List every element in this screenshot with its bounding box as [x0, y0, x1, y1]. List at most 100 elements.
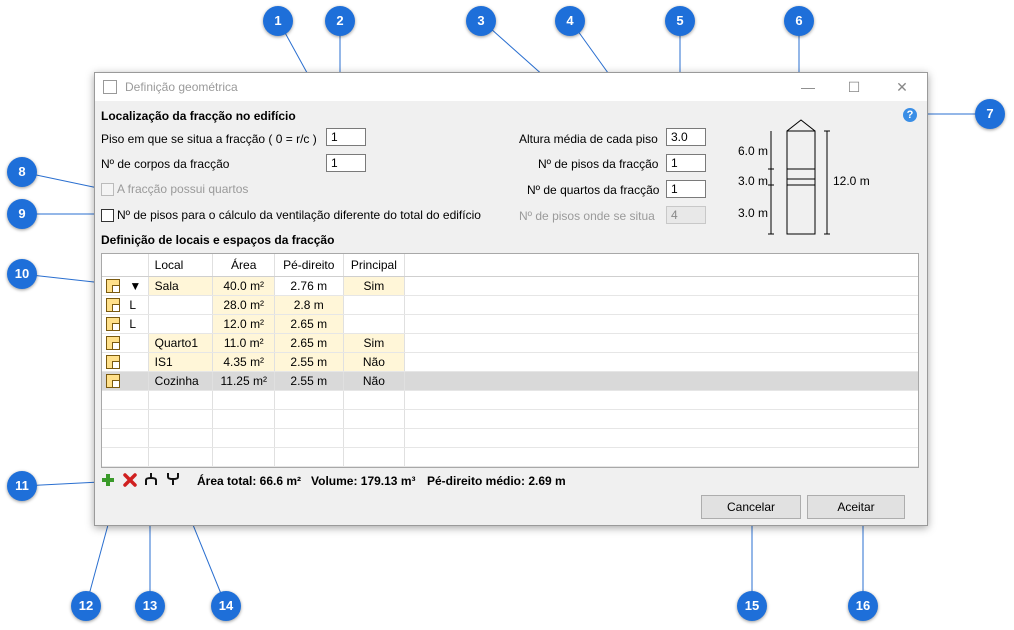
has-rooms-label: A fracção possui quartos	[117, 182, 249, 196]
add-space-icon[interactable]	[101, 473, 115, 487]
cell-local[interactable]	[148, 314, 214, 334]
callout-badge: 1	[263, 6, 293, 36]
space-icon	[106, 355, 120, 370]
cell-principal[interactable]	[343, 295, 406, 315]
close-icon[interactable]: ✕	[887, 77, 917, 97]
cell-area[interactable]: 11.0 m²	[212, 333, 275, 353]
minimize-icon[interactable]: —	[793, 77, 823, 97]
callout-badge: 5	[665, 6, 695, 36]
maximize-icon[interactable]: ☐	[839, 77, 869, 97]
header-principal[interactable]: Principal	[343, 254, 406, 277]
cell-local[interactable]: IS1	[148, 352, 214, 372]
callout-badge: 14	[211, 591, 241, 621]
table-row[interactable]: L 28.0 m² 2.8 m	[102, 295, 918, 315]
callout-badge: 10	[7, 259, 37, 289]
cell-area[interactable]: 11.25 m²	[212, 371, 275, 391]
header-icon-column	[102, 254, 149, 277]
cell-principal[interactable]: Não	[343, 352, 406, 372]
floors-where-label: Nº de pisos onde se situa	[519, 209, 655, 223]
location-section-title: Localização da fracção no edifício	[101, 109, 296, 123]
bodies-label: Nº de corpos da fracção	[101, 157, 230, 171]
volume-text: Volume: 179.13 m³	[311, 474, 416, 488]
cell-area[interactable]: 28.0 m²	[212, 295, 275, 315]
avg-height-input[interactable]: 3.0	[666, 128, 706, 146]
callout-badge: 15	[737, 591, 767, 621]
cell-height[interactable]: 2.8 m	[274, 295, 344, 315]
table-row[interactable]: Quarto1 11.0 m² 2.65 m Sim	[102, 333, 918, 353]
callout-badge: 11	[7, 471, 37, 501]
diagram-top-label: 6.0 m	[738, 144, 769, 158]
ventilation-floors-label: Nº de pisos para o cálculo da ventilação…	[117, 208, 481, 222]
cell-height[interactable]: 2.76 m	[274, 276, 344, 296]
cell-principal[interactable]: Não	[343, 371, 406, 391]
space-icon	[106, 336, 120, 351]
app-icon	[103, 80, 117, 94]
child-marker: L	[129, 297, 137, 312]
callout-badge: 8	[7, 157, 37, 187]
table-row[interactable]: ▼ Sala 40.0 m² 2.76 m Sim	[102, 276, 918, 296]
table-row-selected[interactable]: Cozinha 11.25 m² 2.55 m Não	[102, 371, 918, 391]
spaces-table: Local Área Pé-direito Principal ▼ Sala 4…	[102, 254, 918, 467]
rooms-input[interactable]: 1	[666, 180, 706, 198]
callout-badge: 7	[975, 99, 1005, 129]
cell-area[interactable]: 40.0 m²	[212, 276, 275, 296]
header-area[interactable]: Área	[212, 254, 275, 277]
floors-input[interactable]: 1	[666, 154, 706, 172]
total-area-text: Área total: 66.6 m²	[197, 474, 302, 488]
cell-height[interactable]: 2.65 m	[274, 333, 344, 353]
floor-label: Piso em que se situa a fracção ( 0 = r/c…	[101, 132, 317, 146]
header-local[interactable]: Local	[148, 254, 214, 277]
title-bar: Definição geométrica — ☐ ✕	[95, 73, 927, 101]
cell-principal[interactable]: Sim	[343, 333, 406, 353]
space-icon	[106, 374, 120, 389]
help-icon[interactable]: ?	[903, 108, 917, 122]
space-icon	[106, 298, 120, 313]
spaces-section-title: Definição de locais e espaços da fracção	[101, 233, 335, 247]
space-icon	[106, 317, 120, 332]
header-height[interactable]: Pé-direito	[274, 254, 344, 277]
callout-badge: 13	[135, 591, 165, 621]
cell-local[interactable]	[148, 295, 214, 315]
cell-height[interactable]: 2.65 m	[274, 314, 344, 334]
split-space-icon[interactable]	[143, 471, 159, 487]
accept-button[interactable]: Aceitar	[807, 495, 905, 519]
spaces-grid: Local Área Pé-direito Principal ▼ Sala 4…	[101, 253, 919, 468]
cell-principal[interactable]	[343, 314, 406, 334]
geometric-definition-dialog: Definição geométrica — ☐ ✕ Localização d…	[94, 72, 928, 526]
callout-badge: 6	[784, 6, 814, 36]
cell-principal[interactable]: Sim	[343, 276, 406, 296]
diagram-mid-label: 3.0 m	[738, 174, 769, 188]
avg-height-label: Altura média de cada piso	[519, 132, 658, 146]
expand-marker[interactable]: ▼	[129, 279, 141, 293]
rooms-label: Nº de quartos da fracção	[527, 183, 660, 197]
cancel-button[interactable]: Cancelar	[701, 495, 801, 519]
callout-badge: 16	[848, 591, 878, 621]
cell-local[interactable]: Cozinha	[148, 371, 214, 391]
diagram-bottom-label: 3.0 m	[738, 206, 769, 220]
cell-local[interactable]: Quarto1	[148, 333, 214, 353]
callout-badge: 2	[325, 6, 355, 36]
dialog-title: Definição geométrica	[125, 80, 238, 94]
callout-badge: 4	[555, 6, 585, 36]
merge-space-icon[interactable]	[165, 471, 181, 487]
cell-height[interactable]: 2.55 m	[274, 352, 344, 372]
avg-height-text: Pé-direito médio: 2.69 m	[427, 474, 566, 488]
cell-height[interactable]: 2.55 m	[274, 371, 344, 391]
ventilation-floors-checkbox[interactable]	[101, 209, 114, 222]
callout-badge: 3	[466, 6, 496, 36]
bodies-input[interactable]: 1	[326, 154, 366, 172]
floor-input[interactable]: 1	[326, 128, 366, 146]
cell-area[interactable]: 4.35 m²	[212, 352, 275, 372]
table-row[interactable]: IS1 4.35 m² 2.55 m Não	[102, 352, 918, 372]
delete-space-icon[interactable]	[123, 473, 137, 487]
has-rooms-checkbox[interactable]	[101, 183, 114, 196]
floors-label: Nº de pisos da fracção	[538, 157, 659, 171]
diagram-total-label: 12.0 m	[833, 174, 870, 188]
child-marker: L	[129, 316, 137, 331]
cell-local[interactable]: Sala	[148, 276, 214, 296]
table-header-row: Local Área Pé-direito Principal	[102, 254, 918, 277]
cell-area[interactable]: 12.0 m²	[212, 314, 275, 334]
floors-where-input: 4	[666, 206, 706, 224]
table-row[interactable]: L 12.0 m² 2.65 m	[102, 314, 918, 334]
callout-badge: 9	[7, 199, 37, 229]
